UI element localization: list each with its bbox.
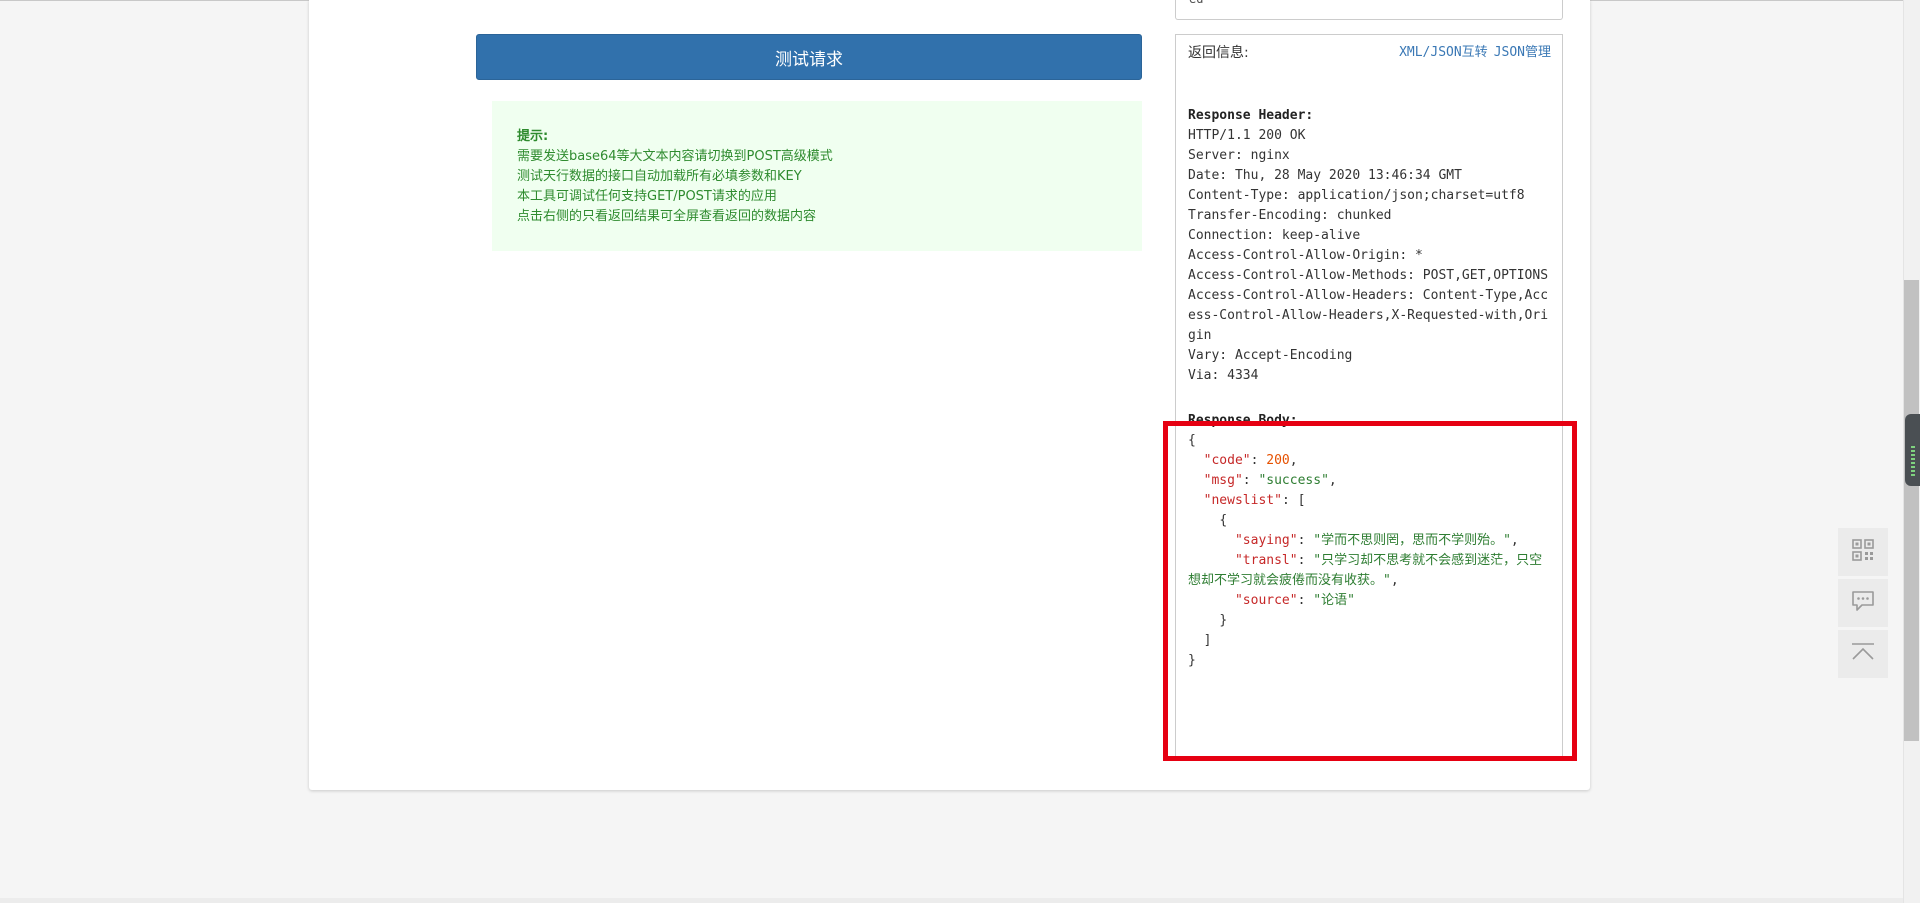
back-to-top-button[interactable] — [1838, 630, 1888, 678]
json-line-array-close: ] — [1188, 631, 1551, 651]
result-panel[interactable]: 返回信息: XML/JSON互转 JSON管理 Response Header:… — [1175, 34, 1563, 759]
header-line: Connection: keep-alive — [1188, 228, 1361, 243]
json-line-transl: "transl": "只学习却不思考就不会感到迷茫，只空想却不学习就会疲倦而没有… — [1188, 553, 1543, 588]
side-widget-bars — [1911, 446, 1915, 476]
floating-toolbar — [1838, 528, 1888, 681]
chat-icon — [1850, 590, 1876, 617]
json-line-object-close: } — [1188, 611, 1551, 631]
bottom-edge — [0, 898, 1903, 903]
tips-line: 需要发送base64等大文本内容请切换到POST高级模式 — [517, 149, 833, 164]
previous-field-box[interactable]: ed — [1175, 0, 1563, 20]
response-header-block: Response Header: HTTP/1.1 200 OK Server:… — [1188, 106, 1551, 386]
header-line: HTTP/1.1 200 OK — [1188, 128, 1306, 143]
json-array-open: [ — [1297, 493, 1306, 508]
json-open-brace: { — [1188, 433, 1196, 448]
tips-line: 测试天行数据的接口自动加载所有必填参数和KEY — [517, 169, 802, 184]
header-line: Access-Control-Allow-Methods: POST,GET,O… — [1188, 268, 1549, 283]
json-line-object-open: { — [1188, 511, 1551, 531]
previous-field-text: ed — [1189, 0, 1203, 6]
response-header-title: Response Header: — [1188, 108, 1314, 123]
json-string: "论语" — [1313, 593, 1355, 608]
back-to-top-icon — [1850, 642, 1876, 667]
qrcode-icon — [1852, 538, 1874, 566]
response-body-block: Response Body: { "code": 200, "msg": "su… — [1188, 411, 1551, 671]
header-line: Server: nginx — [1188, 148, 1290, 163]
json-line-newslist: "newslist": [ — [1203, 493, 1306, 508]
json-string: "success" — [1258, 473, 1329, 488]
test-request-button[interactable]: 测试请求 — [476, 34, 1142, 80]
tips-line: 点击右侧的只看返回结果可全屏查看返回的数据内容 — [517, 209, 817, 224]
tips-box: 提示: 需要发送base64等大文本内容请切换到POST高级模式 测试天行数据的… — [492, 101, 1142, 251]
header-line: Via: 4334 — [1188, 368, 1259, 383]
header-line: Vary: Accept-Encoding — [1188, 348, 1353, 363]
qrcode-button[interactable] — [1838, 528, 1888, 576]
result-links: XML/JSON互转 JSON管理 — [1399, 44, 1551, 62]
side-widget-tab[interactable] — [1905, 414, 1920, 486]
tips-line: 本工具可调试任何支持GET/POST请求的应用 — [517, 189, 777, 204]
header-line: Date: Thu, 28 May 2020 13:46:34 GMT — [1188, 168, 1462, 183]
json-key: "msg" — [1203, 473, 1243, 488]
json-object-open: { — [1219, 513, 1228, 528]
response-body-title: Response Body: — [1188, 413, 1298, 428]
json-line-saying: "saying": "学而不思则罔，思而不学则殆。", — [1234, 533, 1519, 548]
json-manage-link[interactable]: JSON管理 — [1494, 44, 1551, 62]
header-line: Transfer-Encoding: chunked — [1188, 208, 1392, 223]
feedback-button[interactable] — [1838, 579, 1888, 627]
json-string: "学而不思则罔，思而不学则殆。" — [1313, 533, 1511, 548]
json-array-close: ] — [1203, 633, 1212, 648]
json-number: 200 — [1266, 453, 1290, 468]
result-label: 返回信息: — [1188, 45, 1249, 61]
vertical-scrollbar-thumb[interactable] — [1904, 280, 1919, 741]
json-object-close: } — [1219, 613, 1228, 628]
json-close-brace: } — [1188, 653, 1196, 668]
xml-json-convert-link[interactable]: XML/JSON互转 — [1399, 44, 1488, 62]
header-line: Access-Control-Allow-Headers: Content-Ty… — [1188, 288, 1549, 343]
header-line: Content-Type: application/json;charset=u… — [1188, 188, 1525, 203]
json-line-code: "code": 200, — [1203, 453, 1298, 468]
result-header-row: 返回信息: XML/JSON互转 JSON管理 — [1188, 44, 1551, 62]
json-key: "code" — [1203, 453, 1251, 468]
json-line-source: "source": "论语" — [1234, 593, 1355, 608]
json-key: "newslist" — [1203, 493, 1282, 508]
header-line: Access-Control-Allow-Origin: * — [1188, 248, 1423, 263]
json-line-msg: "msg": "success", — [1203, 473, 1337, 488]
json-key: "transl" — [1234, 553, 1298, 568]
tips-title: 提示: — [517, 129, 549, 144]
json-key: "source" — [1234, 593, 1298, 608]
json-key: "saying" — [1234, 533, 1298, 548]
